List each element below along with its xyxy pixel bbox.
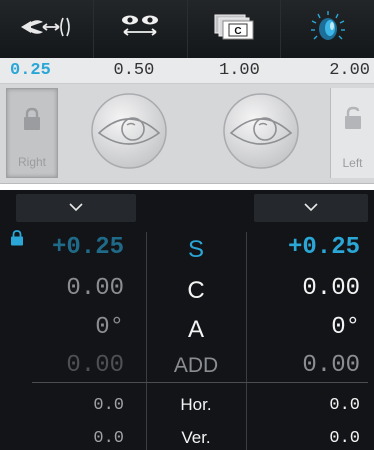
- step-option-1[interactable]: 0.50: [86, 61, 190, 80]
- left-eye-button[interactable]: [196, 88, 326, 178]
- right-eye-label: Right: [17, 155, 46, 169]
- right-cylinder-value[interactable]: 0.00: [20, 275, 124, 302]
- dial-icon: [308, 9, 348, 50]
- right-sphere-value[interactable]: +0.25: [20, 234, 124, 261]
- sphere-label: S: [187, 236, 204, 263]
- lock-open-icon: [343, 106, 363, 135]
- section-divider: [32, 382, 368, 383]
- left-vertical-prism-value[interactable]: 0.0: [256, 429, 360, 448]
- step-option-2[interactable]: 1.00: [189, 61, 295, 80]
- right-eye-lock-button[interactable]: Right: [6, 88, 58, 178]
- vertical-prism-label: Ver.: [181, 428, 211, 447]
- binocular-balance-button[interactable]: [94, 0, 188, 58]
- dial-button[interactable]: [281, 0, 374, 58]
- refraction-data-panel: +0.25 S +0.25 0.00 C 0.00 0° A 0° 0.00 A…: [0, 190, 374, 450]
- column-divider-right: [246, 232, 247, 450]
- binocular-balance-icon: [114, 12, 166, 47]
- chevron-down-icon: [304, 199, 318, 217]
- step-size-selector: 0.25 0.50 1.00 2.00: [0, 58, 374, 84]
- step-option-3[interactable]: 2.00: [295, 61, 374, 80]
- pd-distance-button[interactable]: [0, 0, 94, 58]
- left-axis-value[interactable]: 0°: [256, 314, 360, 341]
- left-eye-icon: [221, 91, 301, 176]
- horizontal-prism-label: Hor.: [180, 395, 212, 414]
- eye-selector-panel: Right Left: [0, 84, 374, 184]
- dropdown-row: [0, 190, 374, 226]
- right-horizontal-prism-value[interactable]: 0.0: [20, 396, 124, 415]
- chart-card-button[interactable]: C: [188, 0, 282, 58]
- pd-distance-icon: [17, 14, 75, 45]
- step-option-0[interactable]: 0.25: [0, 61, 86, 80]
- left-add-value[interactable]: 0.00: [256, 352, 360, 379]
- top-toolbar: C: [0, 0, 374, 58]
- left-sphere-value[interactable]: +0.25: [256, 234, 360, 261]
- left-cylinder-value[interactable]: 0.00: [256, 275, 360, 302]
- right-eye-icon: [89, 91, 169, 176]
- right-dropdown[interactable]: [16, 194, 136, 222]
- right-add-value[interactable]: 0.00: [20, 352, 124, 379]
- left-dropdown[interactable]: [254, 194, 368, 222]
- add-label: ADD: [173, 354, 219, 377]
- right-vertical-prism-value[interactable]: 0.0: [20, 429, 124, 448]
- chart-card-letter: C: [234, 26, 241, 37]
- axis-label: A: [187, 316, 204, 343]
- left-eye-label: Left: [342, 156, 363, 170]
- left-horizontal-prism-value[interactable]: 0.0: [256, 396, 360, 415]
- cylinder-label: C: [187, 277, 205, 304]
- chevron-down-icon: [69, 199, 83, 217]
- lock-closed-icon: [22, 107, 42, 136]
- right-eye-button[interactable]: [64, 88, 194, 178]
- left-eye-lock-button[interactable]: Left: [330, 88, 374, 178]
- right-axis-value[interactable]: 0°: [20, 314, 124, 341]
- chart-card-icon: C: [211, 12, 257, 47]
